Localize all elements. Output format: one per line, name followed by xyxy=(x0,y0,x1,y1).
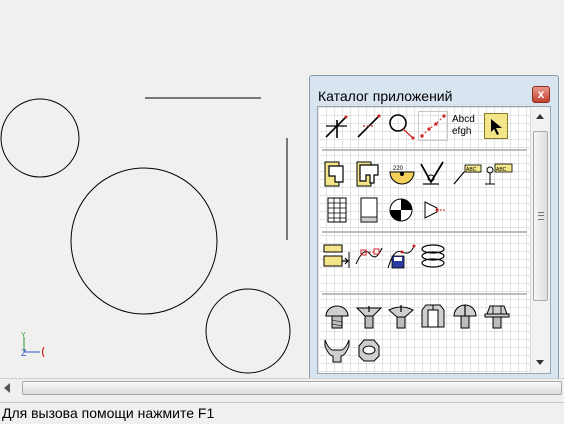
svg-text:220: 220 xyxy=(393,166,404,172)
close-button[interactable]: x xyxy=(532,86,550,103)
insert-block-icon[interactable] xyxy=(322,241,352,271)
screw-pan-icon[interactable] xyxy=(450,301,480,331)
text-tool-line2: efgh xyxy=(452,126,472,137)
palette-title: Каталог приложений xyxy=(318,88,453,104)
leader-text-icon[interactable]: ABC xyxy=(452,159,482,189)
leader-text-2-icon[interactable]: ABC xyxy=(484,159,514,189)
palette-content: Abcd efgh 220 ABC ABC xyxy=(317,106,551,374)
app-catalog-palette[interactable]: Каталог приложений x Abcd efgh 220 ABC A… xyxy=(309,75,559,383)
bolt-hex-icon[interactable] xyxy=(418,301,448,331)
screw-round-icon[interactable] xyxy=(322,301,352,331)
spline-save-icon[interactable] xyxy=(386,241,416,271)
text-tool-line1: Abcd xyxy=(452,114,475,125)
circle-large[interactable] xyxy=(70,167,218,315)
circle-small-right[interactable] xyxy=(205,288,291,374)
scroll-left-icon[interactable] xyxy=(4,383,10,393)
line-red-endpoint-icon[interactable] xyxy=(354,111,384,141)
bolt-flange-icon[interactable] xyxy=(482,301,512,331)
circle-small-left[interactable] xyxy=(0,98,80,178)
axis-triad-icon: Y Z xyxy=(21,332,45,358)
spring-icon[interactable] xyxy=(418,241,448,271)
axis-y-label: Y xyxy=(21,332,26,339)
view-arrow-icon[interactable] xyxy=(418,195,448,225)
grip-icon xyxy=(538,212,544,220)
svg-text:ABC: ABC xyxy=(496,167,507,173)
svg-text:ABC: ABC xyxy=(466,167,477,173)
polyline-edit-icon[interactable] xyxy=(354,241,384,271)
separator-3 xyxy=(322,293,527,295)
scroll-down-icon[interactable] xyxy=(536,360,544,365)
separator-1 xyxy=(322,149,527,151)
horizontal-scrollbar[interactable] xyxy=(0,378,564,398)
dimension-linear-icon[interactable] xyxy=(322,159,352,189)
screw-countersunk-icon[interactable] xyxy=(354,301,384,331)
text-style-icon[interactable]: Abcd efgh xyxy=(452,111,482,141)
angle-dim-icon[interactable]: 220 xyxy=(386,159,416,189)
palette-vertical-scrollbar[interactable] xyxy=(530,107,550,373)
spline-points-icon[interactable] xyxy=(418,111,448,141)
weld-sign-icon[interactable] xyxy=(418,159,448,189)
dimension-frame-icon[interactable] xyxy=(354,159,384,189)
arrow-select-icon[interactable] xyxy=(484,113,508,139)
wing-nut-icon[interactable] xyxy=(322,335,352,365)
center-mark-icon[interactable] xyxy=(386,195,416,225)
axis-z-label: Z xyxy=(21,348,27,358)
screw-raised-icon[interactable] xyxy=(386,301,416,331)
scroll-thumb[interactable] xyxy=(533,131,548,301)
close-icon: x xyxy=(537,87,545,101)
sheet-icon[interactable] xyxy=(354,195,384,225)
status-text: Для вызова помощи нажмите F1 xyxy=(2,405,215,421)
circle-tangent-icon[interactable] xyxy=(386,111,416,141)
separator-2 xyxy=(322,231,527,233)
horizontal-scroll-thumb[interactable] xyxy=(22,381,562,395)
line-angle-icon[interactable] xyxy=(322,111,352,141)
status-bar: Для вызова помощи нажмите F1 xyxy=(0,402,564,424)
palette-titlebar[interactable]: Каталог приложений x xyxy=(310,76,558,104)
tool-grid: Abcd efgh 220 ABC ABC xyxy=(318,107,530,373)
scroll-up-icon[interactable] xyxy=(536,114,544,119)
table-icon[interactable] xyxy=(322,195,352,225)
nut-hex-icon[interactable] xyxy=(354,335,384,365)
